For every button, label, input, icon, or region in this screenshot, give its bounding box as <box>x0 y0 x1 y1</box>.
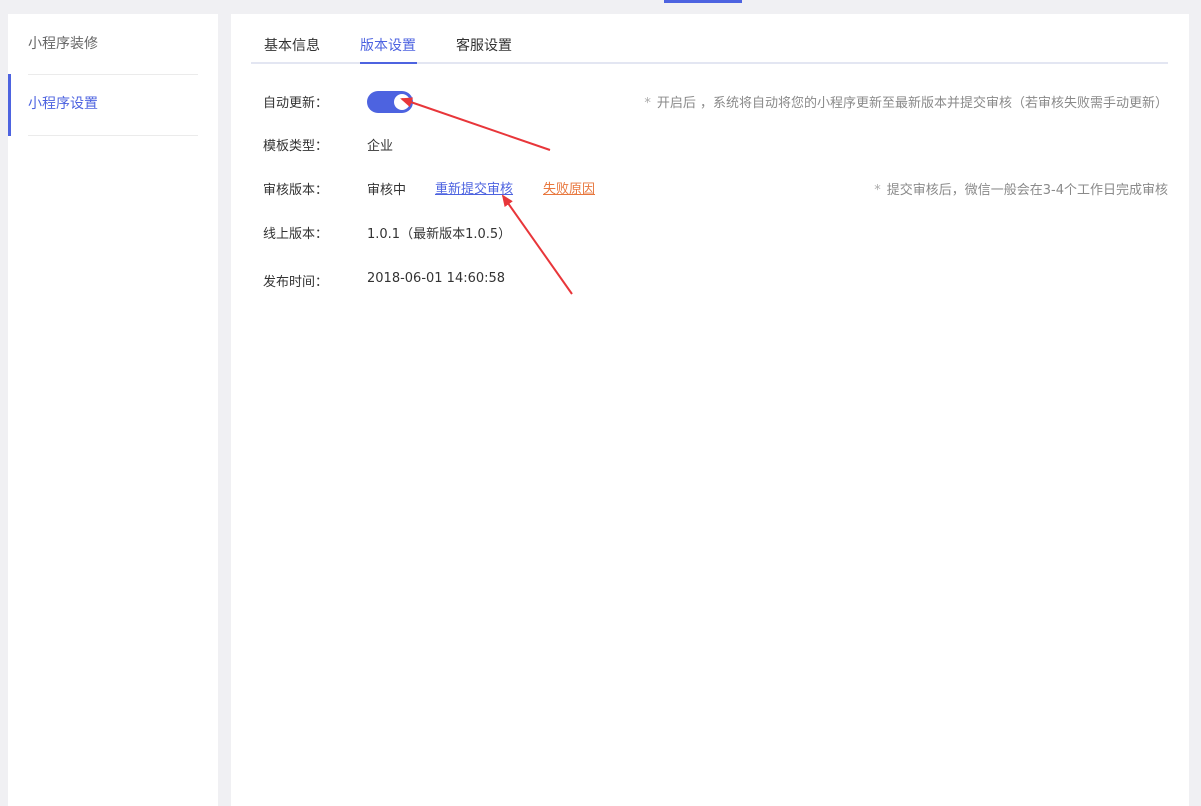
review-version-label: 审核版本： <box>263 183 329 198</box>
auto-update-hint: * 开启后 ，系统将自动将您的小程序更新至最新版本并提交审核（若审核失败需手动更新… <box>644 92 1168 111</box>
review-hint: * 提交审核后，微信一般会在3-4个工作日完成审核 <box>874 179 1168 198</box>
review-status: 审核中 <box>367 183 407 198</box>
auto-update-toggle[interactable] <box>367 91 413 113</box>
tab-version-settings[interactable]: 版本设置 <box>360 35 416 55</box>
template-type-label: 模板类型： <box>263 139 329 154</box>
sidebar-item-miniprogram-decoration[interactable]: 小程序装修 <box>8 14 218 74</box>
main-panel: 基本信息 版本设置 客服设置 自动更新： * 开启后 ，系统将自动将您的小程序更新… <box>231 14 1189 806</box>
online-version-value: 1.0.1（最新版本1.0.5） <box>367 227 512 242</box>
hint-star: * <box>874 183 881 198</box>
top-nav-active-indicator <box>664 0 742 3</box>
auto-update-label: 自动更新： <box>263 96 329 111</box>
sidebar-divider <box>28 135 198 136</box>
review-hint-text: 提交审核后，微信一般会在3-4个工作日完成审核 <box>886 183 1168 198</box>
auto-update-hint-text: 开启后 ，系统将自动将您的小程序更新至最新版本并提交审核（若审核失败需手动更新） <box>656 96 1168 111</box>
sidebar: 小程序装修 小程序设置 <box>8 14 218 806</box>
sidebar-item-miniprogram-settings[interactable]: 小程序设置 <box>8 74 218 136</box>
tab-bar: 基本信息 版本设置 客服设置 <box>251 30 1168 64</box>
publish-time-label: 发布时间： <box>263 275 329 290</box>
tab-basic-info[interactable]: 基本信息 <box>264 35 320 55</box>
resubmit-review-link[interactable]: 重新提交审核 <box>435 178 513 197</box>
tab-customer-service-settings[interactable]: 客服设置 <box>456 35 512 55</box>
fail-reason-link[interactable]: 失败原因 <box>543 178 595 197</box>
online-version-label: 线上版本： <box>263 227 329 242</box>
sidebar-item-label: 小程序设置 <box>28 96 98 112</box>
active-tab-underline <box>360 62 417 64</box>
sidebar-item-label: 小程序装修 <box>28 36 98 52</box>
hint-star: * <box>644 96 651 111</box>
template-type-value: 企业 <box>367 139 394 154</box>
toggle-knob <box>394 94 410 110</box>
publish-time-value: 2018-06-01 14:60:58 <box>367 271 506 286</box>
